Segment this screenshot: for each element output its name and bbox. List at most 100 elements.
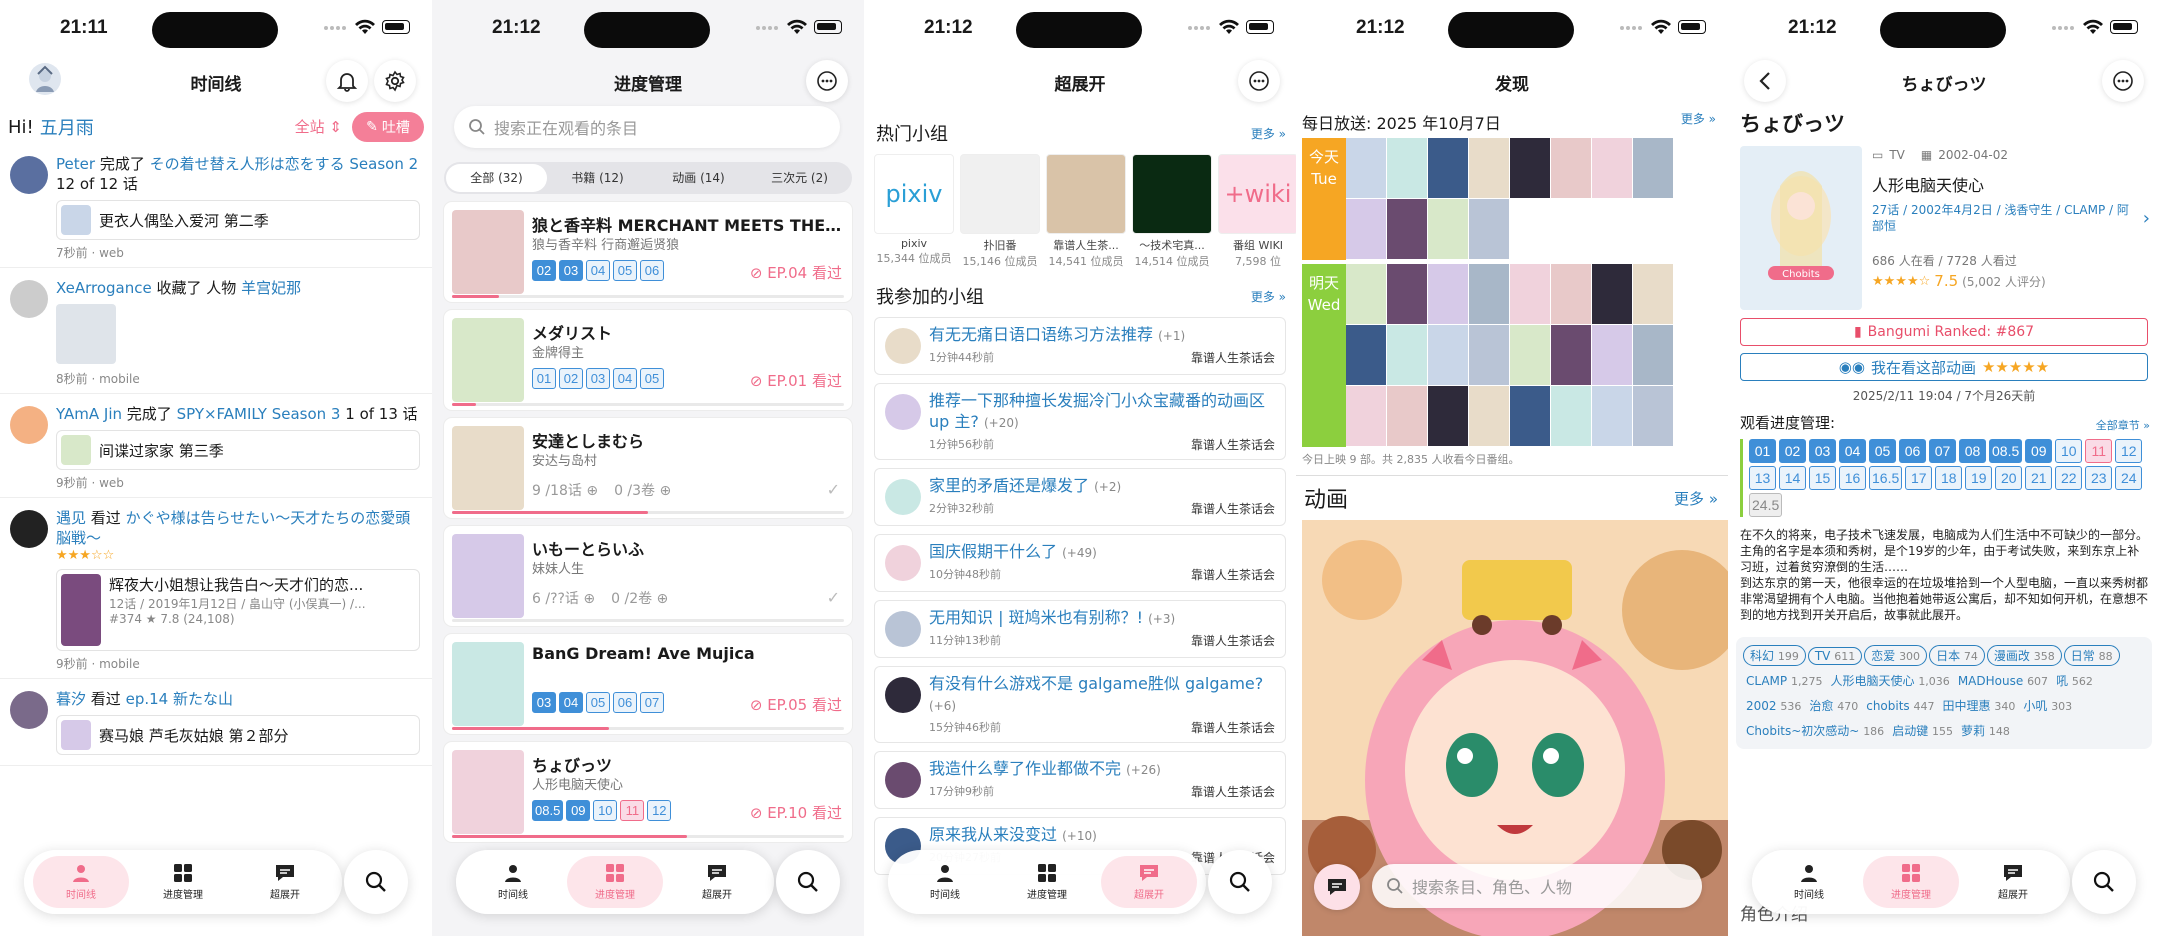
segment-0[interactable]: 全部 (32) [446,164,547,192]
tab-expand[interactable]: 超展开 [669,856,765,908]
anime-cover-cell[interactable] [1428,325,1468,385]
timeline-user[interactable]: XeArrogance [56,279,152,297]
progress-card[interactable]: 安達としまむら 安达与岛村 9 /18话 ⊕ 0 /3卷 ⊕ ✓ [444,418,852,518]
episode-button[interactable]: 15 [1809,466,1836,490]
episode-button[interactable]: 16 [1839,466,1866,490]
timeline-target[interactable]: SPY×FAMILY Season 3 [177,405,341,423]
user-avatar[interactable] [10,280,48,318]
progress-card[interactable]: ちょびっツ 人形电脑天使心 08.5 09 10 11 12 ⊘ EP.10 看过 [444,742,852,842]
episode-button[interactable]: 10 [593,800,618,821]
anime-cover-cell[interactable] [1387,325,1427,385]
search-button[interactable] [776,850,840,914]
episode-button[interactable]: 05 [586,692,610,713]
anime-cover-cell[interactable] [1633,386,1673,446]
notification-button[interactable] [326,60,368,102]
topic-item[interactable]: 我造什么孽了作业都做不完 (+26) 17分钟9秒前 靠谱人生茶话会 [874,751,1286,809]
tab-expand[interactable]: 超展开 [1101,856,1197,908]
anime-cover-cell[interactable] [1551,264,1591,324]
tag-chip[interactable]: 日本 74 [1929,645,1985,666]
progress-card[interactable]: いもーとらいふ 妹妹人生 6 /??话 ⊕ 0 /2卷 ⊕ ✓ [444,526,852,626]
group-card[interactable]: 靠谱人生茶... 14,541 位成员 [1046,154,1126,269]
settings-button[interactable] [374,60,416,102]
search-input[interactable]: 搜索正在观看的条目 [454,106,840,148]
episode-button[interactable]: 11 [620,800,645,821]
all-episodes-link[interactable]: 全部章节 » [2096,417,2150,433]
anime-cover-cell[interactable] [1469,386,1509,446]
tag-chip[interactable]: 人形电脑天使心 1,036 [1826,670,1953,691]
anime-cover-cell[interactable] [1551,386,1591,446]
tag-chip[interactable]: 启动键 155 [1888,720,1957,741]
episode-button[interactable]: 11 [2085,439,2113,463]
timeline-target[interactable]: ep.14 新たな山 [126,690,233,708]
progress-cover[interactable] [452,534,524,618]
group-card[interactable]: ～技术宅真... 14,514 位成员 [1132,154,1212,269]
anime-cover-cell[interactable] [1510,138,1550,198]
anime-cover-cell[interactable] [1387,199,1427,259]
tag-chip[interactable]: 萝莉 148 [1957,720,2014,741]
anime-cover-cell[interactable] [1346,264,1386,324]
volume-counter[interactable]: 0 /3卷 ⊕ [614,480,671,500]
greeting-username[interactable]: 五月雨 [40,114,94,140]
discover-search-input[interactable]: 搜索条目、角色、人物 [1372,864,1702,908]
anime-cover-cell[interactable] [1469,264,1509,324]
post-button[interactable]: ✎ 吐槽 [352,112,424,142]
segment-2[interactable]: 动画 (14) [648,164,749,192]
tab-progress[interactable]: 进度管理 [567,856,663,908]
tag-chip[interactable]: TV 611 [1807,647,1863,665]
tab-progress[interactable]: 进度管理 [135,856,231,908]
anime-cover-cell[interactable] [1510,264,1550,324]
user-avatar[interactable] [10,691,48,729]
tag-chip[interactable]: Chobits~初次感动~ 186 [1742,720,1888,741]
anime-cover-cell[interactable] [1346,199,1386,259]
anime-cover-cell[interactable] [1592,264,1632,324]
tag-chip[interactable]: 小叽 303 [2019,695,2076,716]
anime-cover-cell[interactable] [1510,325,1550,385]
group-card[interactable]: +wiki 番组 WIKI 7,598 位 [1218,154,1296,269]
episode-button[interactable]: 01 [1749,439,1776,463]
check-circle-icon[interactable]: ✓ [827,480,840,499]
search-button[interactable] [1208,850,1272,914]
watched-status[interactable]: ⊘ EP.10 看过 [750,802,842,823]
subject-card[interactable]: 辉夜大小姐想让我告白～天才们的恋... 12话 / 2019年1月12日 / 畠山… [56,569,420,651]
progress-card[interactable]: メダリスト 金牌得主 01 02 03 04 05 ⊘ EP.01 看过 [444,310,852,410]
episode-button[interactable]: 06 [640,260,664,281]
episode-button[interactable]: 03 [586,368,610,389]
episode-button[interactable]: 02 [1779,439,1806,463]
tag-chip[interactable]: 恋爱 300 [1864,645,1928,666]
watched-status[interactable]: ⊘ EP.01 看过 [750,370,842,391]
episode-button[interactable]: 18 [1935,466,1963,490]
episode-button[interactable]: 14 [1779,466,1806,490]
segment-1[interactable]: 书籍 (12) [547,164,648,192]
topic-item[interactable]: 无用知识 | 斑鸠米也有别称？! (+3) 11分钟13秒前 靠谱人生茶话会 [874,600,1286,658]
episode-button[interactable]: 24 [2115,466,2143,490]
episode-button[interactable]: 01 [532,368,556,389]
timeline-user[interactable]: 遇见 [56,509,86,527]
anime-cover-cell[interactable] [1428,199,1468,259]
anime-cover-cell[interactable] [1469,199,1509,259]
episode-button[interactable]: 04 [559,692,583,713]
episode-button[interactable]: 24.5 [1749,493,1783,517]
tag-chip[interactable]: chobits 447 [1862,697,1938,715]
episode-button[interactable]: 03 [532,692,556,713]
tab-timeline[interactable]: 时间线 [897,856,993,908]
hot-groups-more-link[interactable]: 更多 » [1251,125,1286,142]
group-card[interactable]: 扑旧番 15,146 位成员 [960,154,1040,269]
anime-cover-cell[interactable] [1428,264,1468,324]
topic-item[interactable]: 家里的矛盾还是爆发了 (+2) 2分钟32秒前 靠谱人生茶话会 [874,468,1286,526]
anime-cover-cell[interactable] [1346,138,1386,198]
tab-progress[interactable]: 进度管理 [999,856,1095,908]
episode-button[interactable]: 05 [613,260,637,281]
progress-cover[interactable] [452,642,524,726]
episode-button[interactable]: 19 [1965,466,1993,490]
volume-counter[interactable]: 0 /2卷 ⊕ [611,588,668,608]
tag-chip[interactable]: 田中理惠 340 [1939,695,2020,716]
episode-button[interactable]: 16.5 [1869,466,1903,490]
episode-button[interactable]: 06 [1899,439,1926,463]
tag-chip[interactable]: 2002 536 [1742,697,1805,715]
search-button[interactable] [2072,850,2136,914]
timeline-user[interactable]: YAmA Jin [56,405,122,423]
segment-3[interactable]: 三次元 (2) [749,164,850,192]
episode-button[interactable]: 23 [2085,466,2113,490]
anime-cover-cell[interactable] [1346,325,1386,385]
anime-cover-cell[interactable] [1428,386,1468,446]
